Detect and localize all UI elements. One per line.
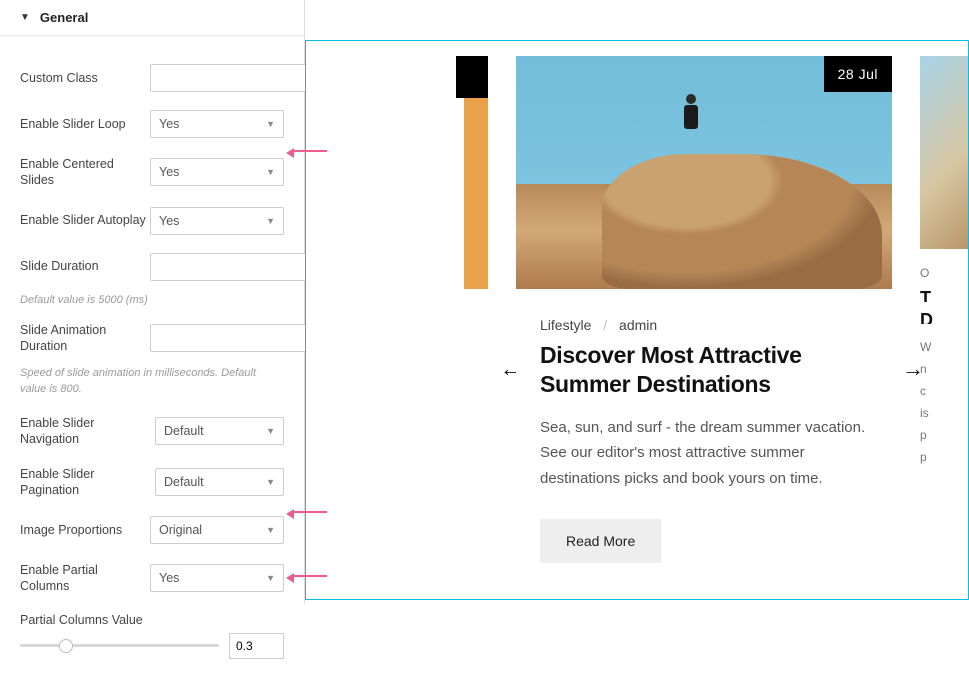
next-slide-title-line: T bbox=[920, 288, 968, 302]
image-proportions-value: Original bbox=[159, 523, 202, 537]
slide-category-link[interactable]: Lifestyle bbox=[540, 317, 591, 333]
chevron-down-icon: ▼ bbox=[20, 12, 30, 23]
centered-slides-value: Yes bbox=[159, 165, 179, 179]
label-pagination: Enable Slider Pagination bbox=[20, 466, 155, 499]
image-proportions-select[interactable]: Original ▼ bbox=[150, 516, 284, 544]
label-slide-duration: Slide Duration bbox=[20, 258, 150, 274]
slide-duration-text[interactable] bbox=[151, 254, 324, 280]
next-slide-text-line: c bbox=[920, 384, 968, 398]
partial-columns-select[interactable]: Yes ▼ bbox=[150, 564, 284, 592]
chevron-down-icon: ▼ bbox=[266, 167, 275, 177]
next-slide-title-line: D bbox=[920, 310, 968, 324]
meta-separator: / bbox=[603, 317, 607, 333]
prev-slide-image bbox=[464, 56, 488, 289]
label-anim-duration: Slide Animation Duration bbox=[20, 322, 150, 355]
slider-track bbox=[20, 644, 219, 647]
custom-class-text[interactable] bbox=[151, 65, 324, 91]
label-slider-loop: Enable Slider Loop bbox=[20, 116, 150, 132]
next-slide-text-line: p bbox=[920, 428, 968, 442]
slide-excerpt: Sea, sun, and surf - the dream summer va… bbox=[540, 415, 868, 492]
slide-body: Lifestyle / admin Discover Most Attracti… bbox=[516, 289, 892, 575]
slider-autoplay-select[interactable]: Yes ▼ bbox=[150, 207, 284, 235]
field-navigation: Enable Slider Navigation Default ▼ bbox=[20, 415, 284, 448]
slider-loop-value: Yes bbox=[159, 117, 179, 131]
label-partial-columns: Enable Partial Columns bbox=[20, 562, 150, 595]
chevron-down-icon: ▼ bbox=[266, 573, 275, 583]
settings-panel: ▼ General Custom Class ≡ Enable Slider L… bbox=[0, 0, 305, 604]
next-slide-image bbox=[920, 56, 968, 249]
slide-title[interactable]: Discover Most Attractive Summer Destinat… bbox=[540, 341, 868, 399]
slider-autoplay-value: Yes bbox=[159, 214, 179, 228]
field-partial-value: Partial Columns Value 0.3 bbox=[20, 613, 284, 659]
label-slider-autoplay: Enable Slider Autoplay bbox=[20, 212, 150, 228]
partial-columns-value: Yes bbox=[159, 571, 179, 585]
slider-loop-select[interactable]: Yes ▼ bbox=[150, 110, 284, 138]
section-header-general[interactable]: ▼ General bbox=[0, 0, 304, 36]
next-slide-text-line: n bbox=[920, 362, 968, 376]
next-slide-text-line: is bbox=[920, 406, 968, 420]
chevron-down-icon: ▼ bbox=[266, 477, 275, 487]
annotation-arrow-icon bbox=[293, 150, 327, 152]
chevron-down-icon: ▼ bbox=[266, 525, 275, 535]
label-image-proportions: Image Proportions bbox=[20, 522, 150, 538]
centered-slides-select[interactable]: Yes ▼ bbox=[150, 158, 284, 186]
anim-duration-text[interactable] bbox=[151, 325, 324, 351]
navigation-value: Default bbox=[164, 424, 204, 438]
partial-value-input[interactable]: 0.3 bbox=[229, 633, 284, 659]
slide-date-badge: 28 Jul bbox=[824, 56, 892, 92]
slide-author-link[interactable]: admin bbox=[619, 317, 657, 333]
navigation-select[interactable]: Default ▼ bbox=[155, 417, 284, 445]
field-slider-autoplay: Enable Slider Autoplay Yes ▼ bbox=[20, 207, 284, 235]
field-image-proportions: Image Proportions Original ▼ bbox=[20, 516, 284, 544]
field-slide-duration: Slide Duration ≡ bbox=[20, 253, 284, 281]
field-slider-loop: Enable Slider Loop Yes ▼ bbox=[20, 110, 284, 138]
chevron-down-icon: ▼ bbox=[266, 119, 275, 129]
preview-area: ul ← → 28 Jul Lifestyle / admin Discover… bbox=[305, 0, 969, 604]
field-pagination: Enable Slider Pagination Default ▼ bbox=[20, 466, 284, 499]
label-centered-slides: Enable Centered Slides bbox=[20, 156, 150, 189]
anim-duration-help: Speed of slide animation in milliseconds… bbox=[20, 366, 284, 397]
next-slide-text-line: W bbox=[920, 340, 968, 354]
preview-frame: ul ← → 28 Jul Lifestyle / admin Discover… bbox=[305, 40, 969, 600]
field-custom-class: Custom Class ≡ bbox=[20, 64, 284, 92]
annotation-arrow-icon bbox=[293, 575, 327, 577]
field-partial-columns: Enable Partial Columns Yes ▼ bbox=[20, 562, 284, 595]
image-figure-icon bbox=[681, 94, 701, 144]
chevron-down-icon: ▼ bbox=[266, 426, 275, 436]
read-more-button[interactable]: Read More bbox=[540, 519, 661, 563]
field-centered-slides: Enable Centered Slides Yes ▼ bbox=[20, 156, 284, 189]
chevron-down-icon: ▼ bbox=[266, 216, 275, 226]
annotation-arrow-icon bbox=[293, 511, 327, 513]
next-slide-meta: O bbox=[920, 266, 968, 280]
next-slide-body: O T D W n c is p p bbox=[920, 266, 968, 472]
label-navigation: Enable Slider Navigation bbox=[20, 415, 155, 448]
slider-thumb[interactable] bbox=[59, 639, 73, 653]
label-custom-class: Custom Class bbox=[20, 70, 150, 86]
slide-image: 28 Jul bbox=[516, 56, 892, 289]
slide-meta: Lifestyle / admin bbox=[540, 317, 868, 333]
pagination-select[interactable]: Default ▼ bbox=[155, 468, 284, 496]
field-anim-duration: Slide Animation Duration ≡ bbox=[20, 322, 284, 355]
next-slide-text-line: p bbox=[920, 450, 968, 464]
label-partial-value: Partial Columns Value bbox=[20, 613, 143, 627]
pagination-value: Default bbox=[164, 475, 204, 489]
partial-value-text: 0.3 bbox=[236, 639, 253, 653]
slide-duration-help: Default value is 5000 (ms) bbox=[20, 293, 284, 308]
controls-list: Custom Class ≡ Enable Slider Loop Yes ▼ … bbox=[0, 36, 304, 683]
section-title: General bbox=[40, 10, 88, 25]
slide-card: 28 Jul Lifestyle / admin Discover Most A… bbox=[516, 56, 892, 575]
partial-value-slider[interactable] bbox=[20, 638, 219, 654]
